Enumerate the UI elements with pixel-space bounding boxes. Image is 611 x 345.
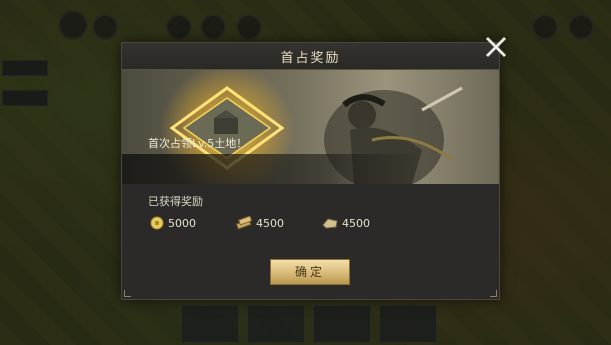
frame-corner (124, 290, 131, 297)
first-occupation-reward-dialog: 首占奖励 首次占领Lv.5土地！ 已获得奖励 5000 4500 4500 确定 (121, 42, 500, 300)
reward-banner (122, 70, 499, 184)
banner-text: 首次占领Lv.5土地！ (148, 137, 248, 150)
reward-amount: 5000 (168, 216, 196, 230)
frame-corner (490, 290, 497, 297)
coin-icon (150, 216, 164, 230)
rewards-heading: 已获得奖励 (148, 195, 203, 208)
close-icon[interactable] (482, 33, 510, 61)
dialog-header: 首占奖励 (122, 43, 499, 70)
banner-caption-bar (122, 154, 499, 184)
confirm-button[interactable]: 确定 (270, 259, 350, 285)
reward-amount: 4500 (256, 216, 284, 230)
stone-icon (322, 218, 338, 229)
reward-amount: 4500 (342, 216, 370, 230)
wood-icon (236, 216, 252, 230)
fortress-icon (214, 118, 238, 134)
reward-item-wood: 4500 (236, 215, 284, 231)
reward-item-stone: 4500 (322, 215, 370, 231)
reward-item-coin: 5000 (150, 215, 196, 231)
dialog-title: 首占奖励 (280, 51, 341, 66)
